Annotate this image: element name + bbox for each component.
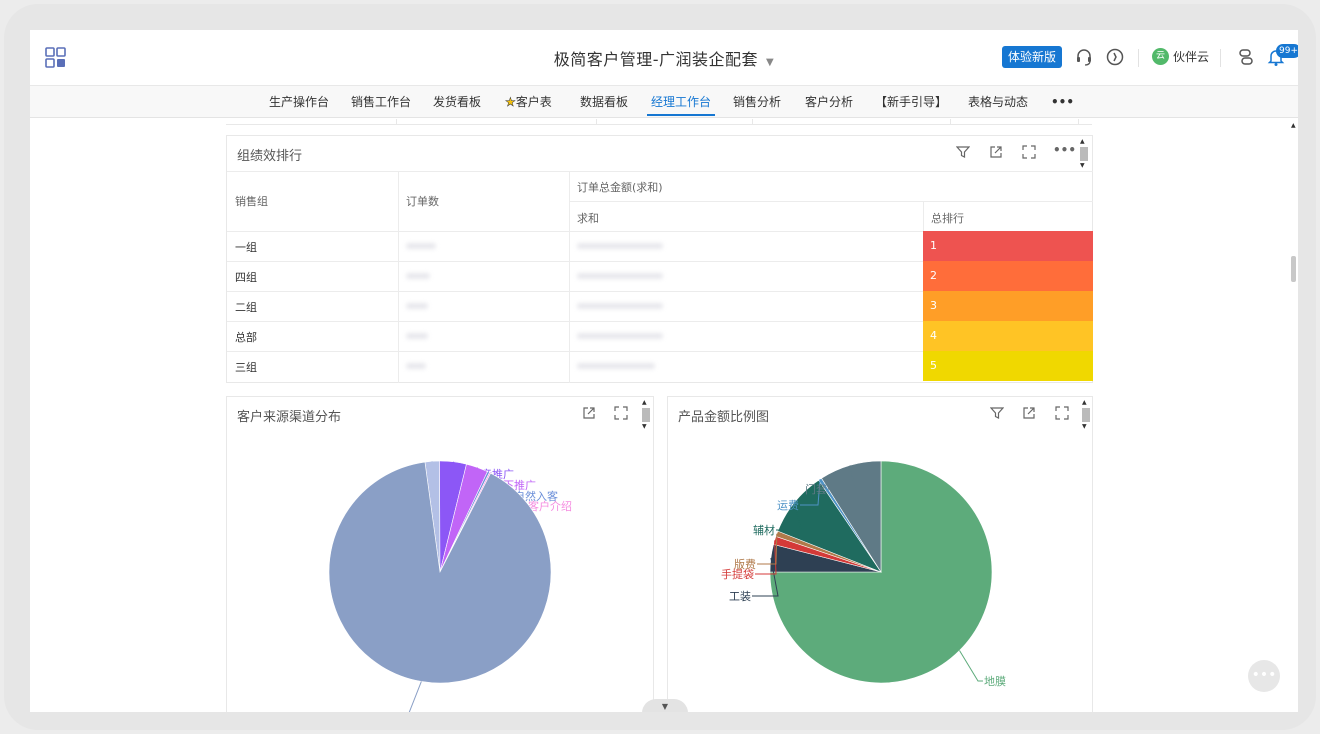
- row-group-label: 二组: [235, 301, 257, 314]
- try-new-version-button[interactable]: 体验新版: [1002, 46, 1062, 68]
- panel-scrollbar[interactable]: ▲ ▼: [1079, 138, 1089, 172]
- divider: [1220, 49, 1221, 67]
- device-frame: 极简客户管理-广润装企配套 ▼ 体验新版 云 伙伴云 99+ 生产操作台 销售工…: [4, 4, 1316, 730]
- label-leader-line: [408, 681, 422, 712]
- fullscreen-icon[interactable]: [1055, 406, 1069, 420]
- source-chart-title: 客户来源渠道分布: [237, 410, 342, 425]
- tab-beginner-guide[interactable]: 【新手引导】: [875, 86, 947, 118]
- more-options-icon[interactable]: •••: [1053, 143, 1076, 157]
- partner-label: 伙伴云: [1173, 50, 1210, 64]
- tab-sales-workbench[interactable]: 销售工作台: [351, 86, 411, 118]
- filter-icon[interactable]: [956, 145, 970, 159]
- source-channel-panel: 客户来源渠道分布 ▲▼ 其他抖音推广线下推广自然入客客户介绍电话营销: [226, 396, 654, 712]
- tab-customer-analysis[interactable]: 客户分析: [805, 86, 853, 118]
- partner-avatar: 云: [1152, 48, 1169, 65]
- blurred-value: [406, 273, 430, 279]
- headset-icon[interactable]: [1074, 47, 1094, 67]
- chevron-down-icon: ▼: [766, 57, 775, 68]
- top-bar: 极简客户管理-广润装企配套 ▼ 体验新版 云 伙伴云 99+: [30, 30, 1298, 86]
- rank-cell: 1: [923, 231, 1093, 261]
- pie-label: 工装: [729, 590, 751, 603]
- notification-badge: 99+: [1276, 44, 1298, 58]
- divider: [1138, 49, 1139, 67]
- column-header-sum[interactable]: 求和: [577, 210, 599, 226]
- tab-bar: 生产操作台 销售工作台 发货看板 ★客户表 数据看板 经理工作台 销售分析 客户…: [30, 86, 1298, 118]
- pie-label: 门套: [805, 482, 827, 496]
- dashboard-content: 组绩效排行 ••• ▲ ▼ 销售组 订单数 订单总金额(求和) 求和 总排行 一…: [30, 119, 1298, 712]
- column-header-orders[interactable]: 订单数: [406, 193, 439, 209]
- floating-more-button[interactable]: •••: [1248, 660, 1280, 692]
- column-header-rank[interactable]: 总排行: [931, 210, 964, 226]
- pie-label: 辅材: [753, 523, 775, 537]
- tab-table-activity[interactable]: 表格与动态: [968, 86, 1028, 118]
- open-external-icon[interactable]: [582, 406, 596, 420]
- fullscreen-icon[interactable]: [614, 406, 628, 420]
- fullscreen-icon[interactable]: [1022, 145, 1036, 159]
- pie-label: 版费: [734, 557, 756, 571]
- app-screen: 极简客户管理-广润装企配套 ▼ 体验新版 云 伙伴云 99+ 生产操作台 销售工…: [30, 30, 1298, 712]
- row-group-label: 三组: [235, 361, 257, 374]
- previous-widget-edge: [226, 119, 1092, 125]
- blurred-value: [577, 273, 663, 279]
- row-group-label: 四组: [235, 271, 257, 284]
- open-external-icon[interactable]: [1022, 406, 1036, 420]
- blurred-value: [577, 363, 655, 369]
- blurred-value: [577, 333, 663, 339]
- clock-icon[interactable]: [1105, 47, 1125, 67]
- tab-label: 客户表: [515, 95, 552, 109]
- rank-cell: 3: [923, 291, 1093, 321]
- ranking-panel: 组绩效排行 ••• ▲ ▼ 销售组 订单数 订单总金额(求和) 求和 总排行 一…: [226, 135, 1093, 383]
- open-external-icon[interactable]: [989, 145, 1003, 159]
- row-group-label: 一组: [235, 241, 257, 254]
- blurred-value: [577, 243, 663, 249]
- product-amount-panel: 产品金额比例图 ▲ ▼ 地膜 工装 手提袋 版费 辅材 运费 门套: [667, 396, 1093, 712]
- link-icon[interactable]: [1236, 47, 1256, 67]
- blurred-value: [406, 363, 426, 369]
- column-header-amount[interactable]: 订单总金额(求和): [577, 179, 663, 195]
- source-pie-chart[interactable]: 其他抖音推广线下推广自然入客客户介绍电话营销: [227, 427, 653, 712]
- column-header-group[interactable]: 销售组: [235, 193, 268, 209]
- blurred-value: [577, 303, 663, 309]
- tab-more[interactable]: •••: [1051, 86, 1074, 118]
- product-pie-chart[interactable]: 地膜工装手提袋版费辅材运费门套: [668, 427, 1092, 712]
- pie-label: 电话营销: [351, 711, 395, 712]
- blurred-value: [406, 333, 428, 339]
- tab-manager-workbench[interactable]: 经理工作台: [646, 86, 716, 118]
- pie-label: 运费: [777, 499, 799, 512]
- expand-down-button[interactable]: ▼: [642, 699, 688, 712]
- rank-cell: 5: [923, 351, 1093, 381]
- pie-label: 客户介绍: [528, 499, 572, 513]
- product-chart-title: 产品金额比例图: [678, 410, 770, 425]
- tab-data-board[interactable]: 数据看板: [580, 86, 628, 118]
- rank-cell: 4: [923, 321, 1093, 351]
- tab-customer-table[interactable]: ★客户表: [505, 86, 552, 118]
- page-scrollbar-thumb[interactable]: [1291, 256, 1296, 282]
- page-scroll-up[interactable]: ▲: [1291, 122, 1296, 129]
- filter-icon[interactable]: [990, 406, 1004, 420]
- blurred-value: [406, 243, 436, 249]
- pie-label: 地膜: [984, 675, 1006, 688]
- rank-cell: 2: [923, 261, 1093, 291]
- app-title-text: 极简客户管理-广润装企配套: [553, 50, 759, 69]
- star-icon: ★: [505, 95, 516, 110]
- label-leader-line: [959, 650, 983, 682]
- tab-sales-analysis[interactable]: 销售分析: [733, 86, 781, 118]
- partner-cloud-menu[interactable]: 云 伙伴云: [1152, 48, 1209, 65]
- ranking-title: 组绩效排行: [237, 149, 303, 164]
- row-group-label: 总部: [235, 331, 257, 344]
- tab-shipping-board[interactable]: 发货看板: [433, 86, 481, 118]
- blurred-value: [406, 303, 428, 309]
- tab-production[interactable]: 生产操作台: [269, 86, 329, 118]
